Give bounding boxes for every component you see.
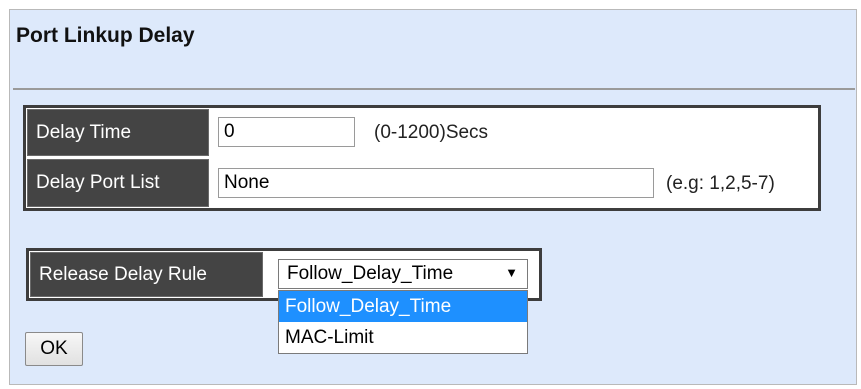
delay-time-label: Delay Time: [27, 109, 209, 156]
page-title: Port Linkup Delay: [16, 24, 195, 47]
release-delay-rule-label: Release Delay Rule: [30, 252, 263, 297]
delay-port-list-input[interactable]: [218, 168, 654, 198]
option-follow-delay-time[interactable]: Follow_Delay_Time: [279, 291, 527, 322]
delay-port-list-label: Delay Port List: [27, 159, 209, 207]
release-delay-rule-dropdown: Follow_Delay_Time MAC-Limit: [278, 290, 528, 354]
delay-port-list-example-hint: (e.g: 1,2,5-7): [666, 173, 775, 194]
release-delay-rule-select[interactable]: Follow_Delay_Time ▼: [278, 259, 528, 289]
option-mac-limit[interactable]: MAC-Limit: [279, 322, 527, 353]
delay-time-input[interactable]: [218, 117, 355, 147]
divider: [13, 88, 855, 90]
chevron-down-icon: ▼: [505, 265, 518, 280]
delay-time-range-hint: (0-1200)Secs: [374, 122, 489, 143]
release-delay-rule-selected-value: Follow_Delay_Time: [287, 263, 454, 284]
ok-button[interactable]: OK: [25, 332, 83, 366]
